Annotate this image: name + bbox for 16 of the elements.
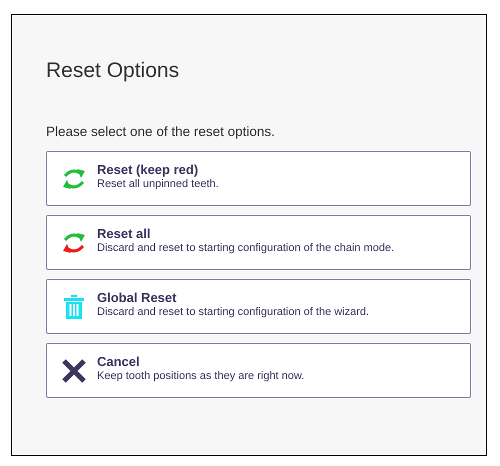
close-icon (61, 358, 87, 384)
trash-icon (61, 294, 87, 320)
option-button[interactable]: Cancel Keep tooth positions as they are right now. (46, 343, 471, 398)
option-title: Global Reset (97, 290, 178, 304)
option-title: Cancel (97, 354, 141, 368)
option-button[interactable]: Reset (keep red) Reset all unpinned teeth. (46, 151, 471, 206)
option-button[interactable]: Reset all Discard and reset to starting configuration of the chain mode. (46, 215, 471, 270)
dialog-title: Reset Options (46, 59, 180, 83)
instruction-text: Please select one of the reset options. (46, 124, 276, 139)
option-description: Keep tooth positions as they are right now. (97, 370, 304, 382)
option-description: Reset all unpinned teeth. (97, 178, 219, 190)
option-description: Discard and reset to starting configuration of the chain mode. (97, 242, 394, 254)
option-title: Reset (keep red) (97, 162, 200, 176)
option-button[interactable]: Global Reset Discard and reset to starting configuration of the wizard. (46, 279, 471, 334)
option-title: Reset all (97, 226, 152, 240)
option-description: Discard and reset to starting configuration of the wizard. (97, 306, 370, 318)
